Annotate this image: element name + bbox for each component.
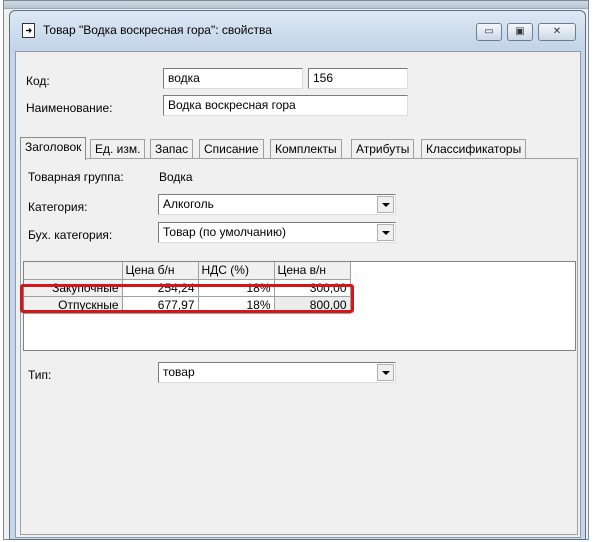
code-label: Код: <box>26 74 50 88</box>
accounting-category-select[interactable]: Товар (по умолчанию) <box>158 222 396 243</box>
tab-kits[interactable]: Комплекты <box>270 139 342 159</box>
tab-writeoff[interactable]: Списание <box>199 139 264 159</box>
minimize-button[interactable]: ▭ <box>476 23 502 41</box>
name-input[interactable]: Водка воскресная гора <box>163 95 408 116</box>
window-title: Товар "Водка воскресная гора": свойства <box>43 23 272 37</box>
tab-header[interactable]: Заголовок <box>20 137 87 160</box>
accounting-category-label: Бух. категория: <box>28 228 113 242</box>
properties-dialog: Товар "Водка воскресная гора": свойства … <box>9 10 586 540</box>
type-select-value: товар <box>163 365 195 379</box>
close-icon: ✕ <box>552 26 562 37</box>
chevron-down-icon[interactable] <box>377 364 394 381</box>
background-window-strip <box>4 1 588 9</box>
price-column-header-vat[interactable]: НДС (%) <box>198 262 275 280</box>
code-number-input[interactable]: 156 <box>308 68 408 89</box>
product-group-value: Водка <box>159 170 193 184</box>
header-tab-panel: Товарная группа: Водка Категория: Алкого… <box>20 158 578 535</box>
price-column-header-gross[interactable]: Цена в/н <box>274 262 351 280</box>
highlight-annotation <box>20 284 354 313</box>
price-column-header-blank <box>24 262 123 280</box>
title-bar[interactable]: Товар "Водка воскресная гора": свойства … <box>10 11 585 49</box>
background-window-frame: Товар "Водка воскресная гора": свойства … <box>3 0 589 540</box>
category-label: Категория: <box>28 200 88 214</box>
maximize-button[interactable]: ▣ <box>507 23 533 41</box>
code-input[interactable]: водка <box>163 68 303 89</box>
tab-classifiers[interactable]: Классификаторы <box>421 139 527 159</box>
minimize-icon: ▭ <box>484 26 494 37</box>
tab-stock[interactable]: Запас <box>150 139 194 159</box>
tab-units[interactable]: Ед. изм. <box>90 139 146 159</box>
type-select[interactable]: товар <box>158 362 396 383</box>
price-table-header-row: Цена б/н НДС (%) Цена в/н <box>24 262 351 280</box>
close-button[interactable]: ✕ <box>538 23 576 41</box>
chevron-down-icon[interactable] <box>377 224 394 241</box>
chevron-down-icon[interactable] <box>377 196 394 213</box>
tab-attributes[interactable]: Атрибуты <box>351 139 415 159</box>
name-label: Наименование: <box>26 101 113 115</box>
product-group-label: Товарная группа: <box>28 170 124 184</box>
maximize-icon: ▣ <box>515 26 525 37</box>
document-icon <box>22 23 35 38</box>
category-select[interactable]: Алкоголь <box>158 194 396 215</box>
accounting-category-select-value: Товар (по умолчанию) <box>163 225 287 239</box>
price-column-header-net[interactable]: Цена б/н <box>122 262 199 280</box>
category-select-value: Алкоголь <box>163 197 214 211</box>
type-label: Тип: <box>28 368 52 382</box>
